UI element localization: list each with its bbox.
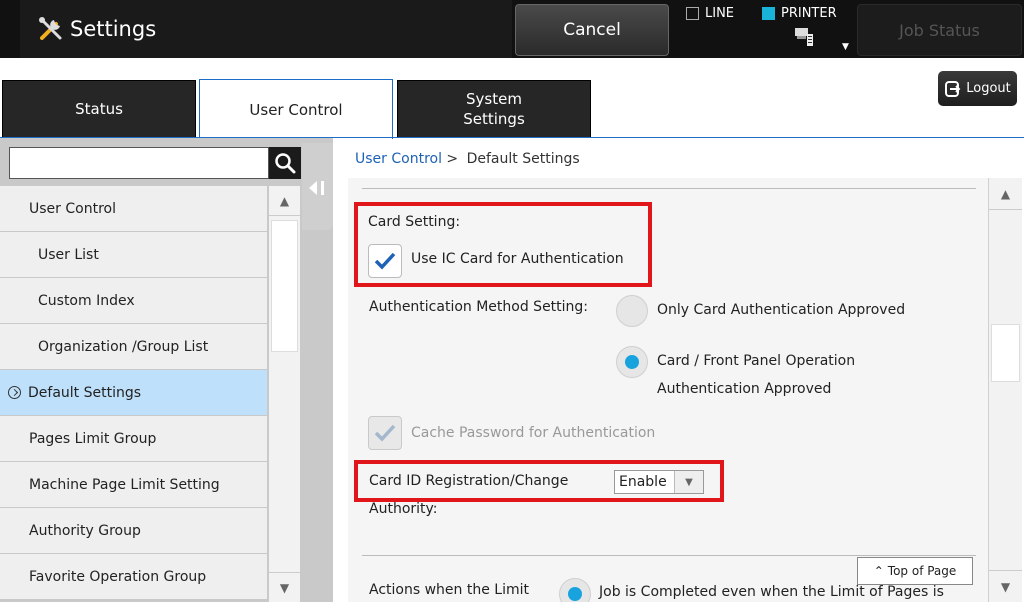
top-of-page-button[interactable]: ⌃ Top of Page <box>857 557 973 585</box>
tab-system-settings-label: System Settings <box>463 90 525 128</box>
divider <box>362 188 976 189</box>
app-header: Settings <box>20 0 512 58</box>
settings-content: Card Setting: Use IC Card for Authentica… <box>348 178 988 602</box>
card-front-panel-label-line1: Card / Front Panel Operation <box>657 353 856 369</box>
card-setting-label: Card Setting: <box>368 214 461 230</box>
tab-system-settings[interactable]: System Settings <box>397 80 591 138</box>
card-id-registration-label-line1: Card ID Registration/Change <box>369 473 569 489</box>
sidebar-scrollbar[interactable]: ▲ ▼ <box>268 186 300 602</box>
sidebar-item-label: Custom Index <box>38 292 135 309</box>
sidebar-item-user-list[interactable]: User List <box>0 232 267 278</box>
printer-icon[interactable] <box>793 26 815 48</box>
use-ic-card-label: Use IC Card for Authentication <box>411 251 624 267</box>
search-icon <box>275 153 296 174</box>
sidebar-item-organization-group-list[interactable]: Organization /Group List <box>0 324 267 370</box>
chevron-down-icon[interactable]: ▼ <box>842 42 849 52</box>
collapse-left-icon <box>309 181 324 195</box>
line-indicator: LINE <box>686 6 734 21</box>
sidebar-item-pages-limit-group[interactable]: Pages Limit Group <box>0 416 267 462</box>
content-scrollbar[interactable]: ▲ ▼ <box>988 178 1022 602</box>
cancel-button[interactable]: Cancel <box>515 4 669 56</box>
breadcrumb-current: Default Settings <box>466 151 580 167</box>
logout-icon <box>945 80 961 97</box>
chevron-up-icon: ⌃ <box>873 564 884 578</box>
checkmark-icon <box>374 252 396 270</box>
use-ic-card-checkbox[interactable] <box>368 244 402 278</box>
chevron-right-circle-icon <box>8 386 21 399</box>
chevron-down-icon[interactable]: ▼ <box>675 471 703 493</box>
breadcrumb-link-user-control[interactable]: User Control <box>355 151 442 167</box>
sidebar-item-label: Pages Limit Group <box>29 430 157 447</box>
scroll-down-icon[interactable]: ▼ <box>989 570 1022 602</box>
search-button[interactable] <box>269 147 301 179</box>
sidebar-item-label: Favorite Operation Group <box>29 568 207 585</box>
job-completed-label: Job is Completed even when the Limit of … <box>599 584 944 600</box>
radio-card-front-panel-auth[interactable] <box>616 346 648 378</box>
printer-indicator: PRINTER <box>762 6 837 21</box>
card-id-registration-select[interactable]: Enable ▼ <box>614 470 704 494</box>
sidebar-item-label: User List <box>38 246 99 263</box>
tab-status[interactable]: Status <box>2 80 196 138</box>
line-status-box <box>686 7 699 20</box>
job-status-button[interactable]: Job Status <box>857 4 1022 56</box>
sidebar-item-user-control[interactable]: User Control <box>0 186 267 232</box>
left-panel: User Control User List Custom Index Orga… <box>0 138 333 602</box>
line-label: LINE <box>705 6 735 21</box>
sidebar-item-label: User Control <box>29 200 116 217</box>
sidebar-item-label: Organization /Group List <box>38 338 209 355</box>
radio-job-completed[interactable] <box>559 578 591 602</box>
select-value: Enable <box>615 471 675 493</box>
card-id-registration-label-line2: Authority: <box>369 501 438 517</box>
auth-method-label: Authentication Method Setting: <box>369 299 589 315</box>
radio-only-card-auth[interactable] <box>616 295 648 327</box>
sidebar-item-authority-group[interactable]: Authority Group <box>0 508 267 554</box>
printer-status-box <box>762 7 775 20</box>
scroll-up-icon[interactable]: ▲ <box>989 178 1022 210</box>
scroll-down-icon[interactable]: ▼ <box>269 572 300 602</box>
sidebar-item-label: Default Settings <box>28 384 142 401</box>
sidebar-item-favorite-operation-group[interactable]: Favorite Operation Group <box>0 554 267 600</box>
top-of-page-label: Top of Page <box>887 564 957 578</box>
sidebar-item-default-settings[interactable]: Default Settings <box>0 370 267 416</box>
breadcrumb-separator: > <box>446 151 459 167</box>
cache-password-checkbox[interactable] <box>368 416 402 450</box>
sidebar-menu: User Control User List Custom Index Orga… <box>0 186 267 600</box>
breadcrumb: User Control > Default Settings <box>355 151 580 167</box>
tabs-row: Status User Control System Settings Logo… <box>0 58 1024 139</box>
scroll-up-icon[interactable]: ▲ <box>269 186 300 216</box>
collapse-panel-button[interactable] <box>302 143 333 230</box>
top-bar: Settings Cancel LINE PRINTER ▼ Job Statu… <box>0 0 1024 58</box>
actions-limit-label: Actions when the Limit <box>369 582 529 598</box>
scrollbar-thumb[interactable] <box>271 220 298 352</box>
checkmark-icon <box>374 424 396 442</box>
logout-button[interactable]: Logout <box>938 71 1017 106</box>
tools-icon <box>39 17 62 40</box>
tab-user-control[interactable]: User Control <box>199 79 393 139</box>
sidebar-item-label: Authority Group <box>29 522 141 539</box>
sidebar-item-machine-page-limit-setting[interactable]: Machine Page Limit Setting <box>0 462 267 508</box>
printer-label: PRINTER <box>781 6 837 21</box>
only-card-auth-label: Only Card Authentication Approved <box>657 302 906 318</box>
divider <box>362 555 976 556</box>
logout-label: Logout <box>966 81 1011 96</box>
sidebar-item-label: Machine Page Limit Setting <box>29 476 220 493</box>
cache-password-label: Cache Password for Authentication <box>411 425 656 441</box>
sidebar-item-custom-index[interactable]: Custom Index <box>0 278 267 324</box>
app-title: Settings <box>70 17 157 41</box>
search-input[interactable] <box>9 147 269 179</box>
scrollbar-thumb[interactable] <box>991 324 1020 382</box>
card-front-panel-label-line2: Authentication Approved <box>657 381 832 397</box>
